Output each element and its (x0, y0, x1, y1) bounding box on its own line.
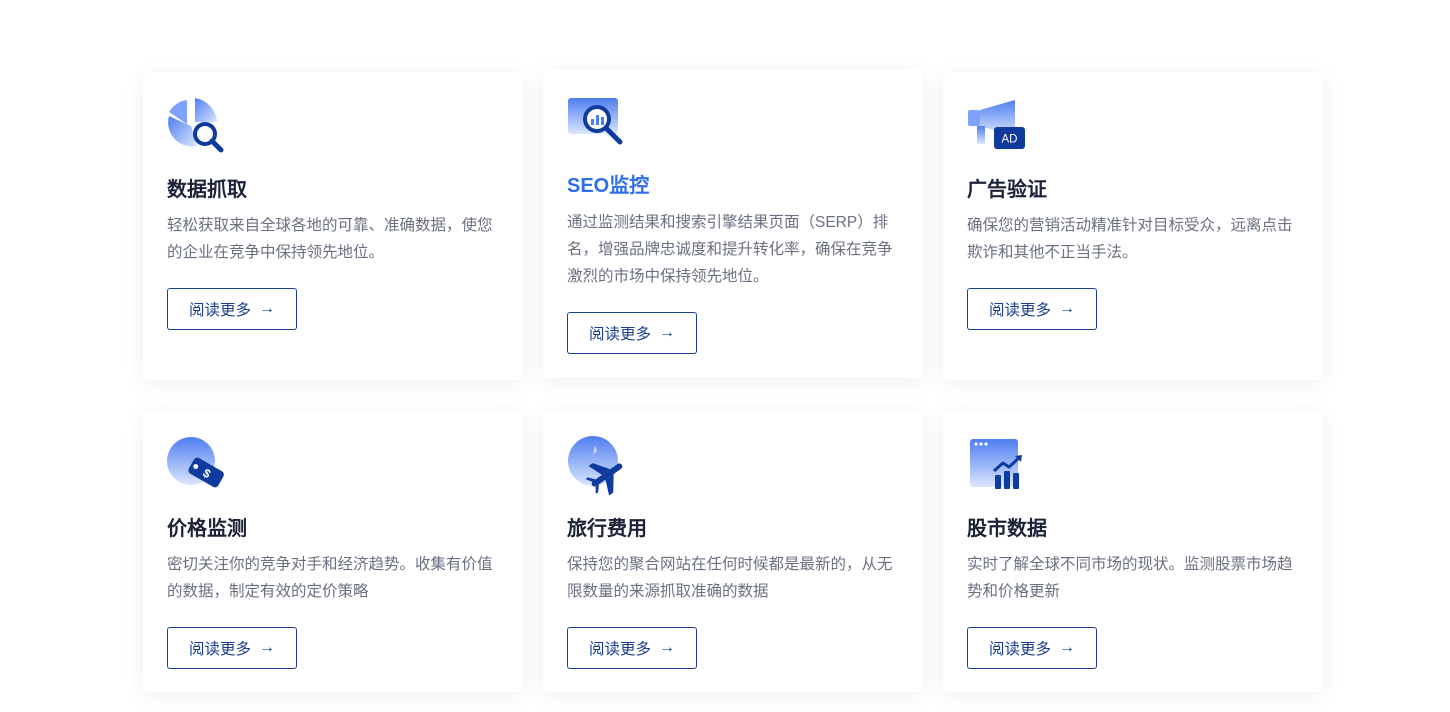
arrow-right-icon: → (259, 639, 275, 656)
pie-search-icon (167, 96, 227, 156)
megaphone-ad-icon: AD (967, 96, 1027, 156)
ad-badge-text: AD (1002, 134, 1018, 146)
card-description: 确保您的营销活动精准针对目标受众，远离点击欺诈和其他不正当手法。 (967, 217, 1293, 261)
card-travel-fares: 旅行费用 保持您的聚合网站在任何时候都是最新的，从无限数量的来源抓取准确的数据 … (543, 411, 923, 692)
card-title: 股市数据 (967, 518, 1047, 540)
read-more-label: 阅读更多 (188, 641, 251, 658)
airplane-icon (567, 435, 627, 495)
price-tag-icon: $ (167, 435, 227, 495)
read-more-button[interactable]: 阅读更多 → (167, 627, 297, 669)
stock-chart-icon (967, 435, 1027, 495)
arrow-right-icon: → (1059, 639, 1075, 656)
read-more-label: 阅读更多 (188, 302, 251, 319)
monitor-magnifier-icon (567, 93, 627, 153)
card-description: 轻松获取来自全球各地的可靠、准确数据，使您的企业在竞争中保持领先地位。 (167, 217, 493, 261)
card-title: 广告验证 (967, 179, 1047, 201)
card-seo-monitoring: SEO监控 通过监测结果和搜索引擎结果页面（SERP）排名，增强品牌忠诚度和提升… (543, 69, 923, 378)
read-more-button[interactable]: 阅读更多 → (967, 627, 1097, 669)
card-title: SEO监控 (567, 175, 650, 197)
arrow-right-icon: → (1059, 300, 1075, 317)
card-title: 旅行费用 (567, 518, 647, 540)
read-more-label: 阅读更多 (988, 302, 1051, 319)
card-description: 通过监测结果和搜索引擎结果页面（SERP）排名，增强品牌忠诚度和提升转化率，确保… (567, 214, 893, 285)
card-title: 数据抓取 (167, 179, 247, 201)
arrow-right-icon: → (659, 639, 675, 656)
read-more-button[interactable]: 阅读更多 → (567, 627, 697, 669)
card-price-monitoring: $ 价格监测 密切关注你的竞争对手和经济趋势。收集有价值的数据，制定有效的定价策… (143, 411, 523, 692)
read-more-button[interactable]: 阅读更多 → (967, 288, 1097, 330)
card-description: 密切关注你的竞争对手和经济趋势。收集有价值的数据，制定有效的定价策略 (167, 556, 493, 600)
card-description: 保持您的聚合网站在任何时候都是最新的，从无限数量的来源抓取准确的数据 (567, 556, 893, 600)
read-more-label: 阅读更多 (588, 641, 651, 658)
read-more-label: 阅读更多 (988, 641, 1051, 658)
card-data-scraping: 数据抓取 轻松获取来自全球各地的可靠、准确数据，使您的企业在竞争中保持领先地位。… (143, 72, 523, 380)
read-more-button[interactable]: 阅读更多 → (167, 288, 297, 330)
card-ad-verification: AD 广告验证 确保您的营销活动精准针对目标受众，远离点击欺诈和其他不正当手法。… (943, 72, 1323, 380)
read-more-button[interactable]: 阅读更多 → (567, 312, 697, 354)
card-title: 价格监测 (167, 518, 247, 540)
read-more-label: 阅读更多 (588, 326, 651, 343)
card-description: 实时了解全球不同市场的现状。监测股票市场趋势和价格更新 (967, 556, 1293, 600)
card-stock-data: 股市数据 实时了解全球不同市场的现状。监测股票市场趋势和价格更新 阅读更多 → (943, 411, 1323, 692)
arrow-right-icon: → (659, 324, 675, 341)
arrow-right-icon: → (259, 300, 275, 317)
